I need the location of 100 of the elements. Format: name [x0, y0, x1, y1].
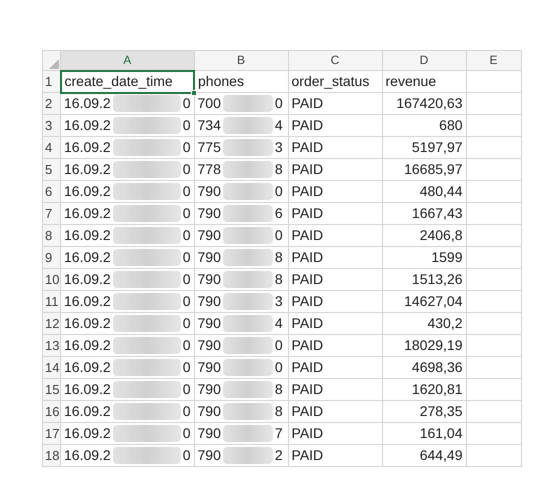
date-text-end: 0: [182, 359, 191, 376]
table-cell: 16685,97: [404, 161, 463, 177]
redaction-blur: [222, 249, 273, 266]
row-header[interactable]: 10: [42, 268, 60, 290]
table-cell: PAID: [292, 227, 324, 243]
row-header[interactable]: 9: [42, 246, 60, 268]
table-cell: 680: [439, 117, 463, 133]
column-header[interactable]: A: [60, 50, 194, 70]
column-header[interactable]: B: [194, 50, 288, 70]
table-cell: PAID: [292, 403, 324, 419]
table-cell: 5197,97: [412, 139, 463, 155]
phone-text-end: 4: [274, 117, 283, 134]
date-text-end: 0: [182, 337, 191, 354]
phone-text-end: 0: [274, 95, 283, 112]
row-header[interactable]: 8: [42, 224, 60, 246]
table-cell: PAID: [292, 359, 324, 375]
phone-text-start: 790: [198, 183, 221, 200]
row-header[interactable]: 11: [42, 290, 60, 312]
table-cell[interactable]: revenue: [382, 70, 466, 92]
row-header[interactable]: 4: [42, 136, 60, 158]
redaction-blur: [222, 161, 273, 178]
date-text-start: 16.09.2: [64, 227, 111, 244]
table-cell: 2406,8: [420, 227, 463, 243]
date-text-end: 0: [182, 403, 191, 420]
table-cell[interactable]: order_status: [288, 70, 382, 92]
column-header[interactable]: D: [382, 50, 466, 70]
row-header[interactable]: 15: [42, 378, 60, 400]
phone-text-end: 8: [274, 249, 283, 266]
row-header[interactable]: 12: [42, 312, 60, 334]
date-text-end: 0: [182, 139, 191, 156]
table-cell: 1599: [431, 249, 463, 265]
redaction-blur: [222, 205, 273, 222]
table-cell: 1513,26: [412, 271, 463, 287]
redaction-blur: [222, 271, 273, 288]
table-cell: 278,35: [420, 403, 463, 419]
table-cell: PAID: [292, 381, 324, 397]
date-text-start: 16.09.2: [64, 425, 111, 442]
phone-text-end: 0: [274, 359, 283, 376]
phone-text-end: 0: [274, 227, 283, 244]
date-text-end: 0: [182, 381, 191, 398]
column-header[interactable]: E: [466, 50, 522, 70]
phone-text-end: 8: [274, 161, 283, 178]
redaction-blur: [112, 271, 181, 288]
date-text-end: 0: [182, 205, 191, 222]
phone-text-end: 4: [274, 315, 283, 332]
redaction-blur: [222, 359, 273, 376]
table-cell: 167420,63: [396, 95, 463, 111]
redaction-blur: [112, 447, 181, 464]
phone-text-end: 0: [274, 337, 283, 354]
table-cell: PAID: [292, 271, 324, 287]
row-header[interactable]: 14: [42, 356, 60, 378]
redaction-blur: [112, 337, 181, 354]
row-header[interactable]: 2: [42, 92, 60, 114]
redaction-blur: [222, 315, 273, 332]
redaction-blur: [222, 139, 273, 156]
table-cell: PAID: [292, 249, 324, 265]
fill-handle[interactable]: [191, 90, 198, 96]
table-cell: PAID: [292, 161, 324, 177]
phone-text-end: 3: [274, 293, 283, 310]
row-header[interactable]: 16: [42, 400, 60, 422]
phone-text-start: 790: [198, 293, 221, 310]
phone-text-start: 790: [198, 227, 221, 244]
redaction-blur: [222, 183, 273, 200]
phone-text-end: 8: [274, 381, 283, 398]
phone-text-start: 790: [198, 205, 221, 222]
redaction-blur: [222, 447, 273, 464]
phone-text-end: 8: [274, 271, 283, 288]
redaction-blur: [112, 425, 181, 442]
row-header[interactable]: 17: [42, 422, 60, 444]
table-cell: PAID: [292, 205, 324, 221]
table-cell: PAID: [292, 139, 324, 155]
date-text-start: 16.09.2: [64, 403, 111, 420]
date-text-end: 0: [182, 271, 191, 288]
row-header[interactable]: 13: [42, 334, 60, 356]
row-header[interactable]: 18: [42, 444, 60, 466]
date-text-start: 16.09.2: [64, 249, 111, 266]
phone-text-start: 790: [198, 249, 221, 266]
table-cell: PAID: [292, 117, 324, 133]
row-header[interactable]: 6: [42, 180, 60, 202]
redaction-blur: [112, 249, 181, 266]
phone-text-end: 8: [274, 403, 283, 420]
row-header[interactable]: 7: [42, 202, 60, 224]
row-header[interactable]: 3: [42, 114, 60, 136]
table-cell: PAID: [292, 183, 324, 199]
redaction-blur: [112, 403, 181, 420]
table-cell: PAID: [292, 315, 324, 331]
table-cell: PAID: [292, 293, 324, 309]
date-text-end: 0: [182, 425, 191, 442]
date-text-end: 0: [182, 293, 191, 310]
redaction-blur: [222, 95, 273, 112]
column-header[interactable]: C: [288, 50, 382, 70]
phone-text-start: 790: [198, 315, 221, 332]
table-cell: 161,04: [420, 425, 463, 441]
redaction-blur: [112, 95, 181, 112]
row-header[interactable]: 5: [42, 158, 60, 180]
table-cell: 644,49: [420, 447, 463, 463]
row-header[interactable]: 1: [42, 70, 60, 92]
redaction-blur: [112, 117, 181, 134]
table-cell: PAID: [292, 337, 324, 353]
table-cell[interactable]: phones: [194, 70, 288, 92]
